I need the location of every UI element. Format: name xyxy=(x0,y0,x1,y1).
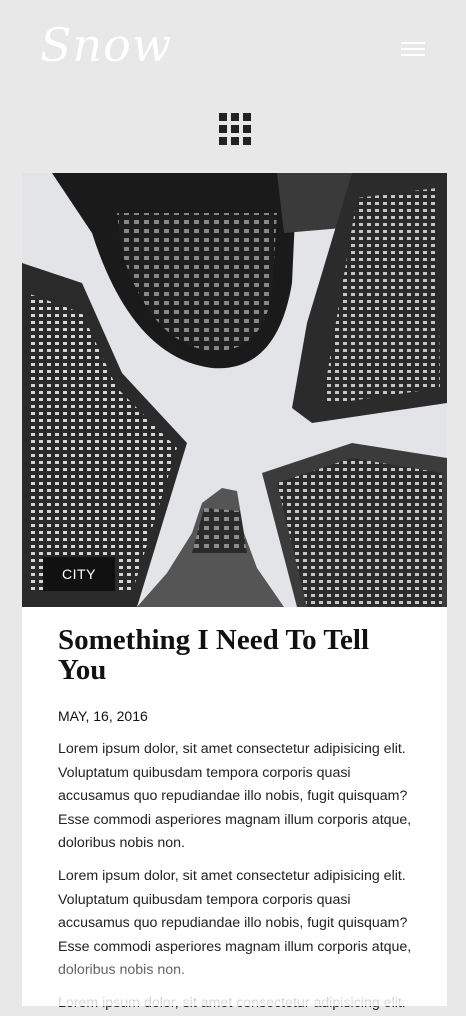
skyscrapers-photo xyxy=(22,173,447,607)
grid-view-icon[interactable] xyxy=(219,113,251,145)
post-card: CITY Something I Need To Tell You MAY, 1… xyxy=(22,173,447,1011)
site-logo[interactable]: Snow xyxy=(40,18,172,72)
post-date: MAY, 16, 2016 xyxy=(58,708,148,724)
category-tag[interactable]: CITY xyxy=(43,557,115,591)
post-title[interactable]: Something I Need To Tell You xyxy=(58,625,418,685)
scroll-fade xyxy=(22,953,447,1006)
post-hero-image[interactable]: CITY xyxy=(22,173,447,607)
post-paragraph: Lorem ipsum dolor, sit amet consectetur … xyxy=(58,741,412,851)
top-bar: Snow xyxy=(0,0,466,100)
hamburger-menu-icon[interactable] xyxy=(399,40,427,60)
